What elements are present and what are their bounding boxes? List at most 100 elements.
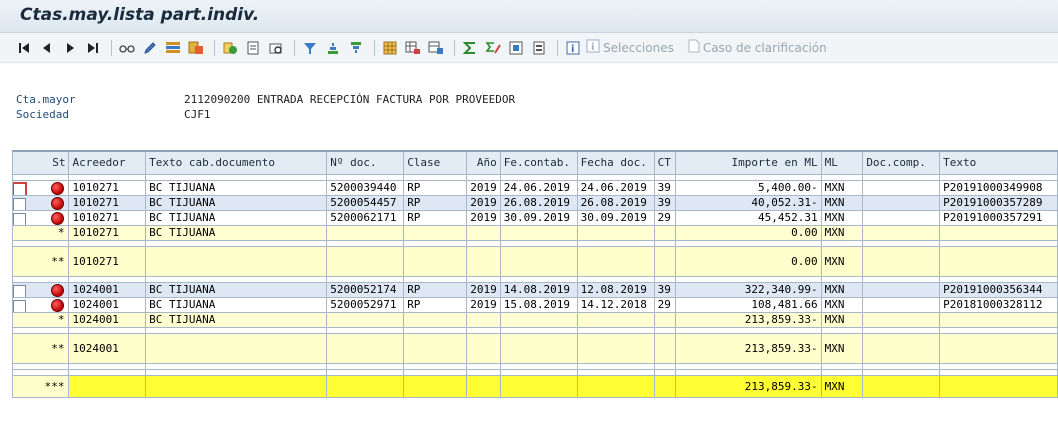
document-display-icon[interactable]	[243, 38, 263, 58]
sort-descending-icon[interactable]	[346, 38, 366, 58]
subtotal-row[interactable]: * 1010271 BC TIJUANA 0.00 MXN	[11, 224, 1058, 241]
cell-doccomp	[862, 374, 941, 398]
col-header-anio[interactable]: Año	[465, 150, 501, 175]
cell-ct: 39	[653, 194, 676, 211]
table-row[interactable]: 1024001 BC TIJUANA 5200052971 RP 2019 15.08.2…	[11, 296, 1058, 313]
cell-importe: 213,859.33-	[674, 374, 822, 398]
cell-doccomp	[862, 311, 941, 328]
overview-icon[interactable]	[266, 38, 286, 58]
col-header-fecontab[interactable]: Fe.contab.	[499, 150, 578, 175]
change-layout-icon[interactable]	[163, 38, 183, 58]
cell-acreedor: 1024001	[68, 311, 147, 328]
select-layout-icon[interactable]	[380, 38, 400, 58]
col-header-st[interactable]: St	[11, 150, 70, 175]
cell-anio	[465, 332, 501, 364]
cell-ml: MXN	[820, 179, 864, 196]
cta-mayor-label: Cta.mayor	[16, 93, 76, 106]
manage-layout-icon[interactable]	[426, 38, 446, 58]
save-layout-icon[interactable]	[403, 38, 423, 58]
col-header-texto-cab[interactable]: Texto cab.documento	[145, 150, 328, 175]
cell-texto	[939, 245, 1058, 277]
total-level-marker: *	[11, 311, 70, 328]
grand-total-row[interactable]: *** 213,859.33- MXN	[11, 374, 1058, 398]
cell-fechadoc	[576, 224, 655, 241]
status-cell	[11, 179, 70, 196]
cell-anio: 2019	[465, 281, 501, 298]
first-page-icon[interactable]	[14, 38, 34, 58]
total-row[interactable]: ** 1010271 0.00 MXN	[11, 245, 1058, 277]
subtotals-icon[interactable]	[483, 38, 503, 58]
row-select-checkbox[interactable]	[13, 284, 26, 296]
application-toolbar: i i Selecciones Caso de clarificación	[0, 33, 1058, 63]
status-cell	[11, 209, 70, 226]
cell-anio: 2019	[465, 209, 501, 226]
cell-ct: 39	[653, 281, 676, 298]
col-header-ct[interactable]: CT	[653, 150, 676, 175]
cell-ct	[653, 374, 676, 398]
cell-ct: 39	[653, 179, 676, 196]
cell-texto-cab: BC TIJUANA	[145, 311, 328, 328]
cell-texto	[939, 374, 1058, 398]
cell-acreedor: 1010271	[68, 209, 147, 226]
row-select-checkbox[interactable]	[13, 197, 26, 209]
edit-pencil-icon[interactable]	[140, 38, 160, 58]
cell-texto-cab: BC TIJUANA	[145, 281, 328, 298]
toolbar-separator	[214, 39, 215, 56]
cell-clase: RP	[403, 194, 467, 211]
cell-importe: 213,859.33-	[674, 332, 822, 364]
next-page-icon[interactable]	[60, 38, 80, 58]
col-header-ml[interactable]: ML	[820, 150, 864, 175]
svg-text:i: i	[591, 42, 594, 53]
col-header-fechadoc[interactable]: Fecha doc.	[576, 150, 655, 175]
caso-clarificacion-label: Caso de clarificación	[702, 40, 827, 55]
cell-importe: 45,452.31	[674, 209, 822, 226]
table-row[interactable]: 1010271 BC TIJUANA 5200062171 RP 2019 30.09.2…	[11, 209, 1058, 226]
table-row[interactable]: 1010271 BC TIJUANA 5200054457 RP 2019 26.08.2…	[11, 194, 1058, 211]
print-icon[interactable]	[529, 38, 549, 58]
sort-ascending-icon[interactable]	[323, 38, 343, 58]
selecciones-button[interactable]: i Selecciones	[586, 39, 674, 56]
caso-clarificacion-button[interactable]: Caso de clarificación	[688, 39, 827, 56]
cell-ndoc	[326, 224, 405, 241]
cell-anio: 2019	[465, 296, 501, 313]
col-header-acreedor[interactable]: Acreedor	[68, 150, 147, 175]
cell-anio	[465, 224, 501, 241]
cell-acreedor: 1024001	[68, 332, 147, 364]
cell-fechadoc	[576, 311, 655, 328]
total-row[interactable]: ** 1024001 213,859.33- MXN	[11, 332, 1058, 364]
glasses-display-icon[interactable]	[117, 38, 137, 58]
table-row[interactable]: 1010271 BC TIJUANA 5200039440 RP 2019 24.06.2…	[11, 179, 1058, 196]
cell-texto-cab	[145, 332, 328, 364]
cell-fecontab	[499, 245, 578, 277]
mass-change-icon[interactable]	[186, 38, 206, 58]
cell-acreedor: 1010271	[68, 194, 147, 211]
document-reverse-icon[interactable]	[220, 38, 240, 58]
sum-icon[interactable]	[460, 38, 480, 58]
row-select-checkbox[interactable]	[13, 299, 26, 311]
cell-fechadoc: 26.08.2019	[576, 194, 655, 211]
cell-texto: P20191000357289	[939, 194, 1058, 211]
cell-texto-cab	[145, 245, 328, 277]
total-level-marker: **	[11, 245, 70, 277]
subtotal-row[interactable]: * 1024001 BC TIJUANA 213,859.33- MXN	[11, 311, 1058, 328]
cell-doccomp	[862, 281, 941, 298]
col-header-doccomp[interactable]: Doc.comp.	[862, 150, 941, 175]
table-row[interactable]: 1024001 BC TIJUANA 5200052174 RP 2019 14.08.2…	[11, 281, 1058, 298]
info-icon[interactable]: i	[563, 38, 583, 58]
filter-icon[interactable]	[300, 38, 320, 58]
col-header-ndoc[interactable]: Nº doc.	[326, 150, 405, 175]
document-disabled-icon	[688, 39, 700, 56]
cta-mayor-value: 2112090200 ENTRADA RECEPCIÓN FACTURA POR…	[184, 93, 516, 106]
previous-page-icon[interactable]	[37, 38, 57, 58]
row-select-checkbox[interactable]	[13, 212, 26, 224]
cell-ml: MXN	[820, 209, 864, 226]
last-page-icon[interactable]	[83, 38, 103, 58]
col-header-clase[interactable]: Clase	[403, 150, 467, 175]
col-header-importe[interactable]: Importe en ML	[674, 150, 822, 175]
cell-importe: 213,859.33-	[674, 311, 822, 328]
col-header-texto[interactable]: Texto	[939, 150, 1058, 175]
export-icon[interactable]	[506, 38, 526, 58]
cell-ndoc	[326, 311, 405, 328]
row-select-checkbox[interactable]	[13, 181, 27, 194]
cell-importe: 0.00	[674, 245, 822, 277]
